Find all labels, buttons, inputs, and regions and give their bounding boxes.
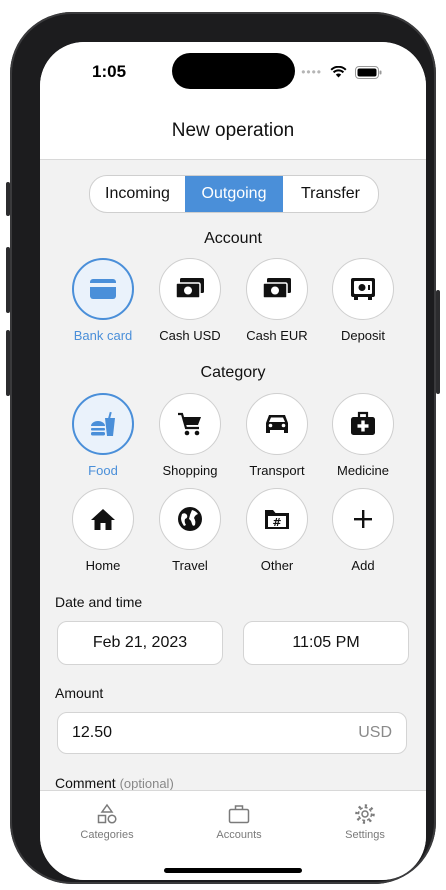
phone-frame: 1:05 •••• New operation Incoming Outgoin… bbox=[6, 12, 440, 884]
account-section-title: Account bbox=[204, 230, 262, 247]
nav-bar: New operation bbox=[40, 102, 426, 160]
tab-categories[interactable]: Categories bbox=[57, 803, 157, 841]
date-time-label: Date and time bbox=[55, 594, 143, 610]
plus-icon bbox=[354, 510, 372, 528]
tab-bar: Categories Accounts Settings bbox=[40, 790, 426, 880]
amount-label: Amount bbox=[55, 685, 104, 701]
dynamic-island bbox=[172, 53, 295, 89]
tab-settings[interactable]: Settings bbox=[315, 803, 415, 841]
category-label: Travel bbox=[172, 558, 208, 573]
category-label: Medicine bbox=[336, 463, 390, 478]
wifi-icon bbox=[330, 66, 347, 78]
category-label: Food bbox=[88, 463, 118, 478]
shapes-icon bbox=[97, 803, 117, 824]
tab-transfer[interactable]: Transfer bbox=[283, 176, 378, 212]
safe-icon bbox=[351, 278, 375, 300]
status-time: 1:05 bbox=[92, 62, 127, 81]
home-indicator bbox=[164, 868, 302, 873]
category-food[interactable]: Food bbox=[63, 393, 143, 478]
volume-down-button bbox=[6, 330, 10, 396]
category-add[interactable]: Add bbox=[323, 488, 403, 573]
category-section-title: Category bbox=[200, 364, 266, 381]
category-shopping[interactable]: Shopping bbox=[150, 393, 230, 478]
fastfood-icon bbox=[91, 411, 115, 436]
signal-icon: •••• bbox=[301, 65, 322, 79]
account-label: Cash USD bbox=[159, 328, 221, 343]
folder-hash-icon: # bbox=[265, 510, 289, 529]
account-cash-usd[interactable]: Cash USD bbox=[150, 258, 230, 343]
category-home[interactable]: Home bbox=[63, 488, 143, 573]
svg-text:#: # bbox=[272, 516, 281, 529]
tab-accounts[interactable]: Accounts bbox=[189, 803, 289, 841]
category-label: Shopping bbox=[162, 463, 218, 478]
battery-icon bbox=[355, 65, 382, 79]
home-icon bbox=[91, 509, 115, 530]
category-label: Other bbox=[260, 558, 294, 573]
globe-icon bbox=[178, 507, 202, 531]
amount-field[interactable]: 12.50 USD bbox=[57, 712, 407, 754]
currency-label: USD bbox=[358, 724, 392, 741]
account-label: Cash EUR bbox=[246, 328, 308, 343]
time-picker[interactable]: 11:05 PM bbox=[243, 621, 409, 665]
tab-label: Accounts bbox=[216, 829, 262, 841]
category-transport[interactable]: Transport bbox=[237, 393, 317, 478]
category-other[interactable]: # Other bbox=[237, 488, 317, 573]
money-icon bbox=[175, 278, 204, 299]
category-label: Transport bbox=[249, 463, 305, 478]
status-bar: 1:05 •••• bbox=[40, 42, 426, 102]
screen: 1:05 •••• New operation Incoming Outgoin… bbox=[40, 42, 426, 880]
tab-label: Categories bbox=[80, 829, 134, 841]
money-icon bbox=[262, 278, 291, 299]
account-deposit[interactable]: Deposit bbox=[323, 258, 403, 343]
tab-incoming[interactable]: Incoming bbox=[90, 176, 185, 212]
mute-switch bbox=[6, 182, 10, 216]
volume-up-button bbox=[6, 247, 10, 313]
date-picker[interactable]: Feb 21, 2023 bbox=[57, 621, 223, 665]
category-medicine[interactable]: Medicine bbox=[323, 393, 403, 478]
account-cash-eur[interactable]: Cash EUR bbox=[237, 258, 317, 343]
account-bank-card[interactable]: Bank card bbox=[63, 258, 143, 343]
amount-value: 12.50 bbox=[72, 724, 113, 741]
category-label: Home bbox=[85, 558, 121, 573]
tab-outgoing[interactable]: Outgoing bbox=[185, 176, 283, 212]
car-icon bbox=[266, 415, 288, 433]
briefcase-icon bbox=[228, 805, 250, 824]
optional-hint: (optional) bbox=[119, 776, 174, 791]
category-label: Add bbox=[351, 558, 375, 573]
cart-icon bbox=[178, 412, 201, 436]
power-button bbox=[436, 290, 440, 394]
category-travel[interactable]: Travel bbox=[150, 488, 230, 573]
operation-type-segmented-control: Incoming Outgoing Transfer bbox=[89, 175, 379, 213]
account-label: Bank card bbox=[73, 328, 133, 343]
medical-bag-icon bbox=[351, 411, 375, 435]
page-title: New operation bbox=[171, 120, 295, 141]
account-label: Deposit bbox=[340, 328, 386, 343]
tab-label: Settings bbox=[345, 829, 385, 841]
credit-card-icon bbox=[90, 279, 116, 299]
gear-icon bbox=[355, 804, 375, 824]
comment-label: Comment (optional) bbox=[55, 775, 174, 791]
